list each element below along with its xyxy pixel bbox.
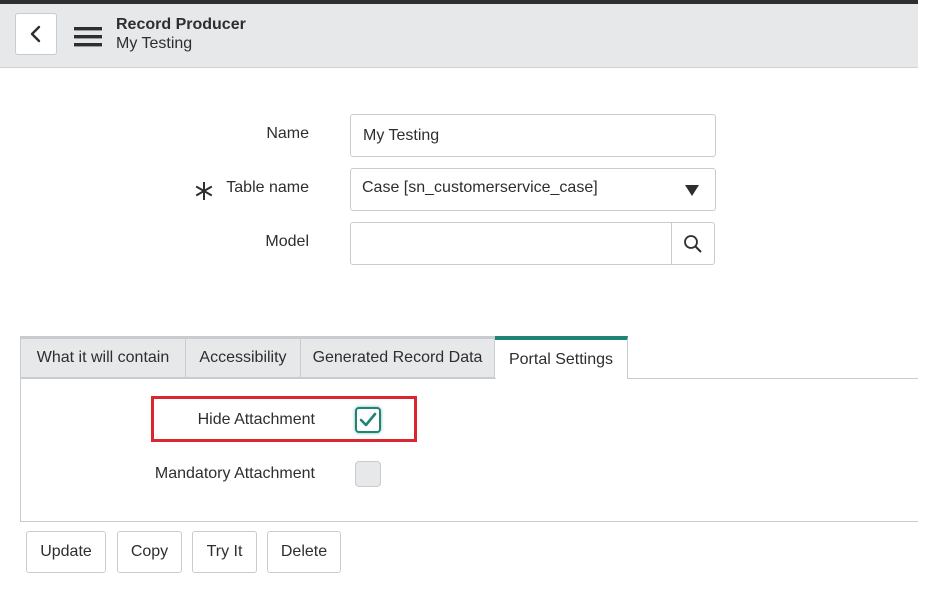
back-button[interactable] bbox=[15, 13, 57, 55]
record-type-title: Record Producer bbox=[116, 16, 246, 33]
mandatory-attachment-checkbox[interactable] bbox=[355, 461, 381, 487]
delete-button[interactable]: Delete bbox=[267, 531, 341, 573]
table-name-select[interactable]: Case [sn_customerservice_case] bbox=[350, 168, 716, 211]
tab-portal-settings[interactable]: Portal Settings bbox=[495, 336, 628, 379]
form-header: Record Producer My Testing bbox=[0, 4, 918, 68]
model-input[interactable] bbox=[350, 222, 672, 265]
search-icon bbox=[684, 234, 702, 253]
name-input[interactable] bbox=[350, 114, 716, 157]
tab-accessibility[interactable]: Accessibility bbox=[186, 339, 301, 378]
tab-generated-record-data[interactable]: Generated Record Data bbox=[301, 339, 495, 378]
try-it-button[interactable]: Try It bbox=[192, 531, 257, 573]
update-button[interactable]: Update bbox=[26, 531, 106, 573]
panel-top-border-mask bbox=[496, 377, 627, 380]
chevron-left-icon bbox=[30, 25, 41, 43]
table-name-label: Table name bbox=[226, 179, 309, 196]
hamburger-menu-icon[interactable] bbox=[74, 27, 102, 47]
name-label: Name bbox=[266, 125, 309, 142]
record-display-name: My Testing bbox=[116, 35, 193, 52]
copy-button[interactable]: Copy bbox=[117, 531, 182, 573]
model-label: Model bbox=[265, 233, 309, 250]
hide-attachment-label: Hide Attachment bbox=[197, 411, 315, 428]
checkmark-icon bbox=[359, 412, 377, 427]
mandatory-attachment-label: Mandatory Attachment bbox=[154, 465, 315, 482]
table-name-value: Case [sn_customerservice_case] bbox=[362, 179, 598, 196]
triangle-down-icon bbox=[685, 185, 699, 196]
model-lookup-button[interactable] bbox=[671, 222, 715, 265]
hide-attachment-checkbox[interactable] bbox=[355, 407, 381, 433]
tab-what-it-will-contain[interactable]: What it will contain bbox=[20, 339, 186, 378]
